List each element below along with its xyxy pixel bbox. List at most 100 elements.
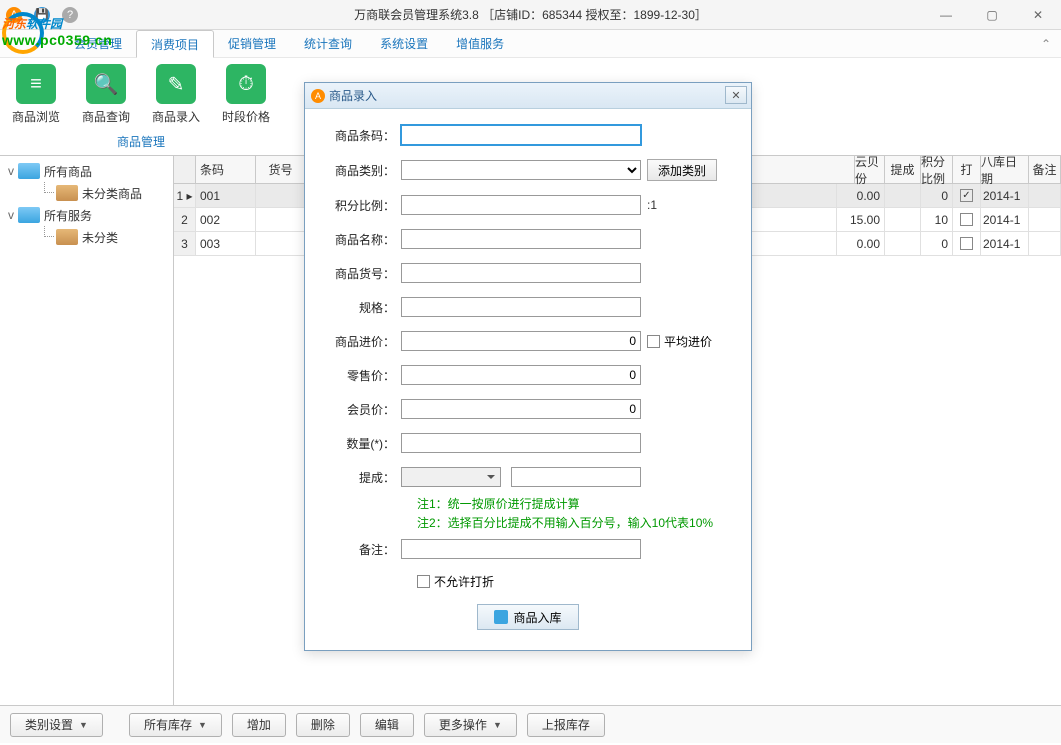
save-quick-icon[interactable]: 💾: [34, 7, 50, 23]
submit-button[interactable]: 商品入库: [477, 604, 578, 630]
tree-node-all-services[interactable]: v所有服务: [0, 204, 173, 226]
points-ratio-suffix: :1: [647, 198, 657, 212]
save-icon: [494, 610, 508, 624]
cell-sku: [256, 232, 306, 255]
cost-input[interactable]: [401, 331, 641, 351]
cell-barcode: 002: [196, 208, 256, 231]
list-icon: ≡: [16, 64, 56, 104]
add-button[interactable]: 增加: [232, 713, 286, 737]
cell-remark: [1029, 208, 1061, 231]
dialog-title-text: 商品录入: [329, 87, 377, 104]
maximize-button[interactable]: ▢: [969, 0, 1015, 30]
folder-icon: [56, 229, 78, 245]
menubar: 会员管理 消费项目 促销管理 统计查询 系统设置 增值服务 ⌃: [0, 30, 1061, 58]
edit-icon: ✎: [156, 64, 196, 104]
tree-node-unclassified[interactable]: 未分类: [0, 226, 173, 248]
retail-input[interactable]: [401, 365, 641, 385]
titlebar: A 💾 ? 万商联会员管理系统3.8 ［店铺ID：685344 授权至：1899…: [0, 0, 1061, 30]
help-quick-icon[interactable]: ?: [62, 7, 78, 23]
cell-date: 2014-1: [981, 184, 1029, 207]
row-header: 3: [174, 232, 196, 255]
ribbon-expand-icon[interactable]: ⌃: [1041, 37, 1051, 51]
commission-label: 提成：: [321, 469, 401, 486]
collapse-icon[interactable]: v: [4, 208, 18, 222]
name-label: 商品名称：: [321, 231, 401, 248]
col-sku[interactable]: 货号: [256, 156, 306, 183]
folder-icon: [56, 185, 78, 201]
product-entry-dialog: A 商品录入 ✕ 商品条码： 商品类别：添加类别 积分比例：:1 商品名称： 商…: [304, 82, 752, 651]
commission-value-input[interactable]: [511, 467, 641, 487]
col-points[interactable]: 积分比例: [921, 156, 953, 183]
spec-label: 规格：: [321, 299, 401, 316]
menu-member-mgmt[interactable]: 会员管理: [60, 30, 136, 58]
retail-label: 零售价：: [321, 367, 401, 384]
category-select[interactable]: [401, 160, 641, 180]
col-barcode[interactable]: 条码: [196, 156, 256, 183]
menu-valueadd[interactable]: 增值服务: [442, 30, 518, 58]
menu-stats[interactable]: 统计查询: [290, 30, 366, 58]
add-category-button[interactable]: 添加类别: [647, 159, 717, 181]
category-settings-button[interactable]: 类别设置▼: [10, 713, 103, 737]
cell-memprice: 0.00: [837, 232, 885, 255]
collapse-icon[interactable]: v: [4, 164, 18, 178]
cost-label: 商品进价：: [321, 333, 401, 350]
menu-system[interactable]: 系统设置: [366, 30, 442, 58]
points-ratio-input[interactable]: [401, 195, 641, 215]
close-button[interactable]: ✕: [1015, 0, 1061, 30]
ribbon-product-search[interactable]: 🔍商品查询: [80, 62, 132, 127]
cell-barcode: 001: [196, 184, 256, 207]
cell-commission: [885, 184, 921, 207]
menu-promotion[interactable]: 促销管理: [214, 30, 290, 58]
sku-label: 商品货号：: [321, 265, 401, 282]
cell-points: 10: [921, 208, 953, 231]
col-memprice[interactable]: 云贝份: [855, 156, 885, 183]
ribbon-group-label: 商品管理: [117, 133, 165, 150]
col-date[interactable]: 八库日期: [981, 156, 1029, 183]
edit-button[interactable]: 编辑: [360, 713, 414, 737]
vip-input[interactable]: [401, 399, 641, 419]
stock-filter-dropdown[interactable]: 所有库存▼: [129, 713, 222, 737]
spec-input[interactable]: [401, 297, 641, 317]
cell-memprice: 15.00: [837, 208, 885, 231]
category-label: 商品类别：: [321, 162, 401, 179]
dialog-titlebar[interactable]: A 商品录入 ✕: [305, 83, 751, 109]
clock-icon: ⏱: [226, 64, 266, 104]
no-discount-checkbox[interactable]: 不允许打折: [417, 573, 494, 590]
cell-discount-chk[interactable]: [953, 208, 981, 231]
commission-type-select[interactable]: [401, 467, 501, 487]
cell-discount-chk[interactable]: [953, 232, 981, 255]
menu-consume-items[interactable]: 消费项目: [136, 30, 214, 58]
dialog-icon: A: [311, 89, 325, 103]
row-header: 2: [174, 208, 196, 231]
more-actions-button[interactable]: 更多操作▼: [424, 713, 517, 737]
tree-node-unclassified-products[interactable]: 未分类商品: [0, 182, 173, 204]
ribbon-product-browse[interactable]: ≡商品浏览: [10, 62, 62, 127]
remark-input[interactable]: [401, 539, 641, 559]
cell-points: 0: [921, 184, 953, 207]
cell-date: 2014-1: [981, 208, 1029, 231]
avg-cost-checkbox[interactable]: 平均进价: [647, 333, 712, 350]
cell-remark: [1029, 184, 1061, 207]
barcode-label: 商品条码：: [321, 127, 401, 144]
vip-label: 会员价：: [321, 401, 401, 418]
remark-label: 备注：: [321, 541, 401, 558]
barcode-input[interactable]: [401, 125, 641, 145]
report-stock-button[interactable]: 上报库存: [527, 713, 605, 737]
sku-input[interactable]: [401, 263, 641, 283]
col-discount[interactable]: 打: [953, 156, 981, 183]
bottom-toolbar: 类别设置▼ 所有库存▼ 增加 删除 编辑 更多操作▼ 上报库存: [0, 705, 1061, 743]
ribbon-product-entry[interactable]: ✎商品录入: [150, 62, 202, 127]
ribbon-time-price[interactable]: ⏱时段价格: [220, 62, 272, 127]
name-input[interactable]: [401, 229, 641, 249]
tree-node-all-products[interactable]: v所有商品: [0, 160, 173, 182]
qty-input[interactable]: [401, 433, 641, 453]
cell-discount-chk[interactable]: ✓: [953, 184, 981, 207]
cell-points: 0: [921, 232, 953, 255]
delete-button[interactable]: 删除: [296, 713, 350, 737]
minimize-button[interactable]: —: [923, 0, 969, 30]
dialog-close-button[interactable]: ✕: [725, 86, 747, 104]
folder-icon: [18, 207, 40, 223]
col-commission[interactable]: 提成: [885, 156, 921, 183]
app-icon: A: [6, 7, 22, 23]
col-remark[interactable]: 备注: [1029, 156, 1061, 183]
